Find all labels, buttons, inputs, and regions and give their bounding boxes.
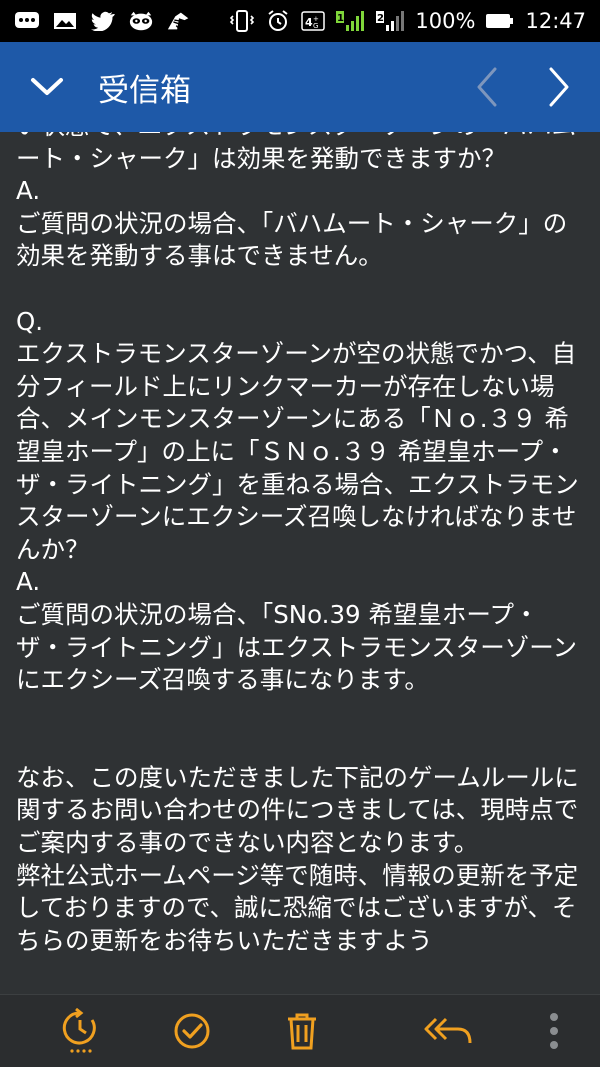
clock: 12:47 <box>525 9 586 33</box>
more-options-button[interactable] <box>534 1005 574 1057</box>
chevron-down-icon <box>31 78 63 95</box>
svg-text:1: 1 <box>337 13 344 24</box>
vibrate-icon <box>229 10 255 32</box>
battery-percent: 100% <box>415 9 476 33</box>
delete-button[interactable] <box>276 1005 328 1057</box>
check-circle-icon <box>174 1013 210 1049</box>
trash-icon <box>288 1013 316 1050</box>
app-bar: 受信箱 <box>0 42 600 132</box>
gallery-icon <box>52 10 78 32</box>
svg-text:2: 2 <box>377 13 384 24</box>
raccoon-app-icon <box>128 10 154 32</box>
reply-all-button[interactable] <box>418 1005 478 1057</box>
chevron-right-icon <box>549 67 569 107</box>
collapse-button[interactable] <box>22 62 72 112</box>
page-title: 受信箱 <box>98 72 191 109</box>
chevron-left-icon <box>477 67 497 107</box>
svg-text:4: 4 <box>305 16 313 29</box>
message-body: い状態で、エクストラモンスターゾーンの「バハムート・シャーク」は効果を発動できま… <box>16 132 579 955</box>
status-bar: 4 + G 1 2 100% 12:47 <box>0 0 600 42</box>
alarm-icon <box>265 10 291 32</box>
signal-sim2-icon: 2 <box>375 10 405 32</box>
message-body-scroll[interactable]: い状態で、エクストラモンスターゾーンの「バハムート・シャーク」は効果を発動できま… <box>0 132 600 994</box>
reply-all-icon <box>424 1017 472 1044</box>
svg-text:G: G <box>313 22 318 30</box>
next-message-button[interactable] <box>536 62 582 112</box>
signal-sim1-icon: 1 <box>335 10 365 32</box>
snooze-icon <box>62 1008 96 1053</box>
battery-icon <box>485 10 515 32</box>
messages-icon <box>14 10 40 32</box>
network-4g-icon: 4 + G <box>301 10 326 32</box>
twitter-icon <box>90 10 116 32</box>
previous-message-button[interactable] <box>464 62 510 112</box>
mark-done-button[interactable] <box>166 1005 218 1057</box>
more-vertical-icon <box>550 1013 558 1049</box>
bottom-action-bar <box>0 994 600 1067</box>
zebra-app-icon <box>166 10 192 32</box>
snooze-button[interactable] <box>54 1005 106 1057</box>
